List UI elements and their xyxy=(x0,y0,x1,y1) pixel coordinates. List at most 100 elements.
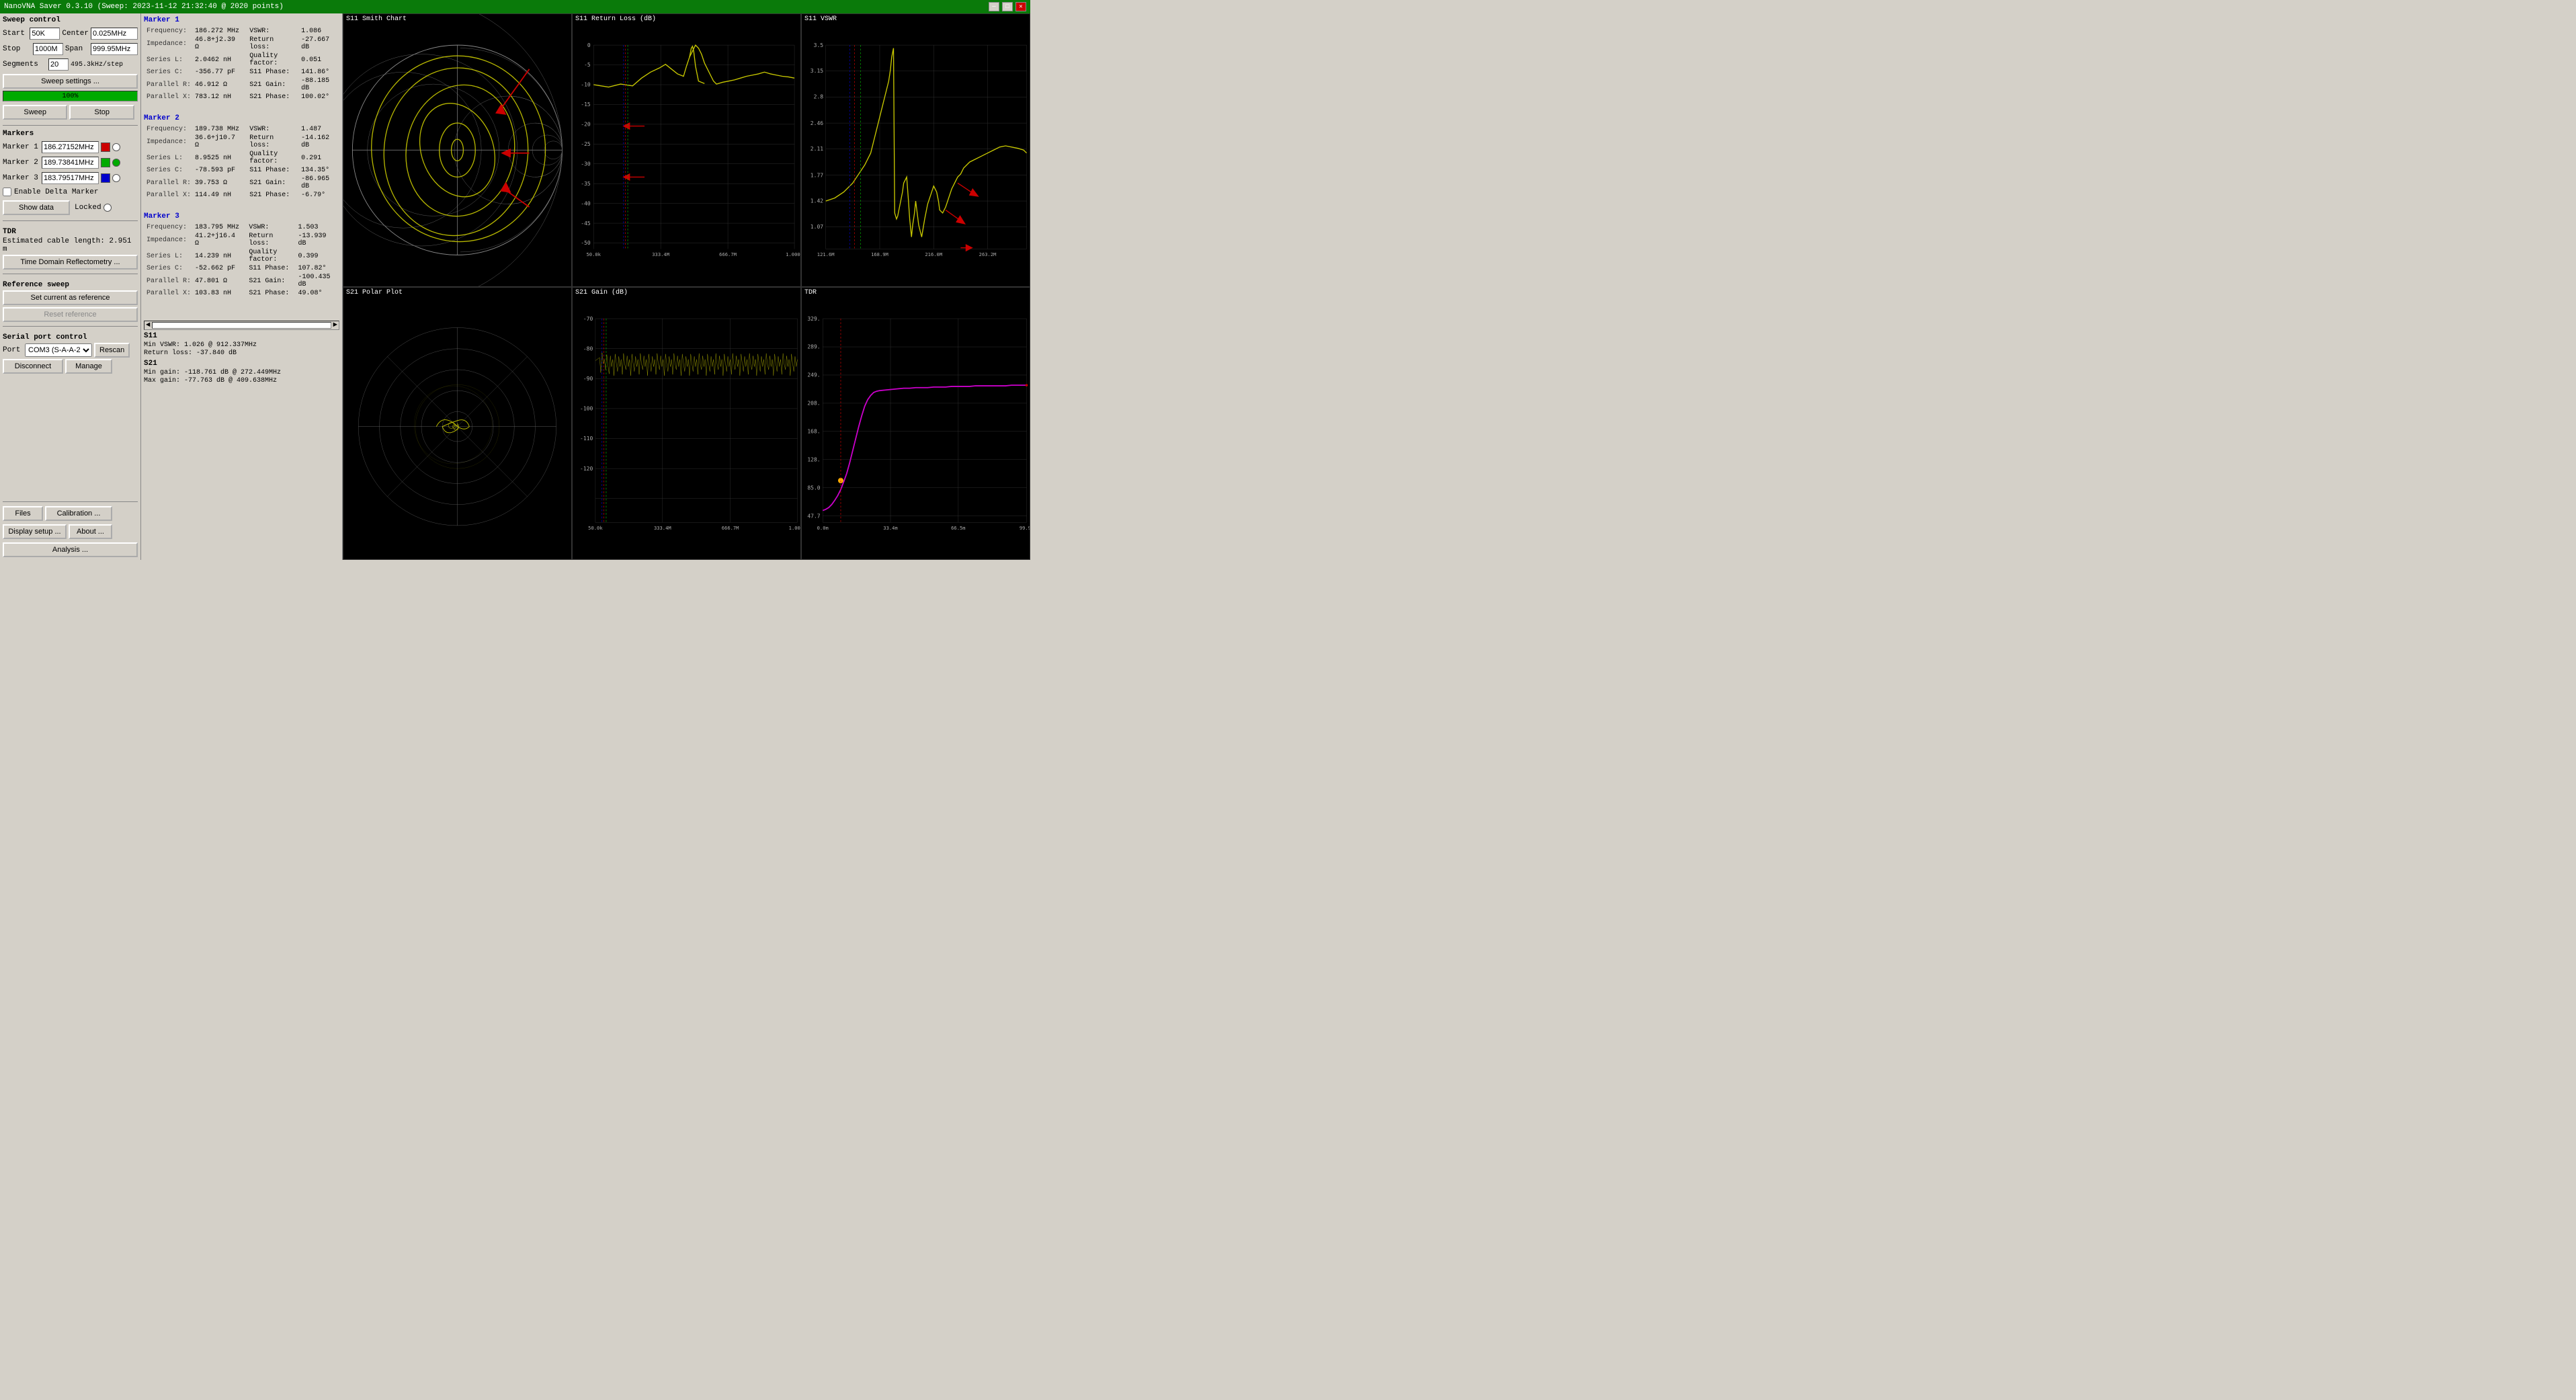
analysis-button[interactable]: Analysis ... xyxy=(3,542,138,557)
enable-delta-label: Enable Delta Marker xyxy=(14,188,98,196)
svg-text:333.4M: 333.4M xyxy=(652,251,669,257)
sweep-control-label: Sweep control xyxy=(3,16,138,24)
marker1-info-block: Marker 1 Frequency:186.272 MHzVSWR:1.086… xyxy=(144,16,339,102)
svg-text:0.0m: 0.0m xyxy=(817,525,829,531)
minimize-button[interactable]: ─ xyxy=(989,2,999,11)
marker3-label: Marker 3 xyxy=(3,174,40,182)
marker1-freq-input[interactable] xyxy=(42,141,99,153)
svg-text:99.9m: 99.9m xyxy=(1020,525,1030,531)
svg-text:333.4M: 333.4M xyxy=(654,525,671,531)
cable-length: Estimated cable length: 2.951 m xyxy=(3,237,138,253)
svg-text:47.7: 47.7 xyxy=(807,513,820,519)
display-setup-button[interactable]: Display setup ... xyxy=(3,524,67,539)
locked-radio[interactable] xyxy=(103,204,112,212)
center-input[interactable] xyxy=(91,28,138,40)
marker3-info-title: Marker 3 xyxy=(144,212,339,220)
maximize-button[interactable]: □ xyxy=(1002,2,1013,11)
span-label: Span xyxy=(65,45,89,53)
marker1-label: Marker 1 xyxy=(3,143,40,151)
svg-text:208.: 208. xyxy=(807,400,820,406)
svg-text:2.46: 2.46 xyxy=(811,120,823,126)
horizontal-scrollbar[interactable]: ◄ ► xyxy=(144,321,339,330)
serial-port-section: Serial port control Port COM3 (S-A-A-2) … xyxy=(3,333,138,375)
reset-reference-button[interactable]: Reset reference xyxy=(3,307,138,322)
tdr-button[interactable]: Time Domain Reflectometry ... xyxy=(3,255,138,270)
marker2-freq-input[interactable] xyxy=(42,157,99,169)
stop-button[interactable]: Stop xyxy=(69,105,134,120)
s11-min-vswr: Min VSWR: 1.026 @ 912.337MHz xyxy=(144,341,339,349)
reference-sweep-section: Reference sweep Set current as reference… xyxy=(3,281,138,322)
marker1-radio[interactable] xyxy=(112,143,120,151)
svg-text:-45: -45 xyxy=(581,220,591,227)
s21-gain-title: S21 Gain (dB) xyxy=(575,289,628,296)
sweep-settings-button[interactable]: Sweep settings ... xyxy=(3,74,138,89)
s21-max-gain: Max gain: -77.763 dB @ 409.638MHz xyxy=(144,377,339,384)
svg-text:-40: -40 xyxy=(581,200,591,206)
show-data-button[interactable]: Show data xyxy=(3,200,70,215)
markers-label: Markers xyxy=(3,130,138,138)
svg-text:85.0: 85.0 xyxy=(807,485,820,491)
start-input[interactable] xyxy=(30,28,60,40)
svg-text:216.0M: 216.0M xyxy=(925,251,942,257)
tdr-label: TDR xyxy=(3,228,138,236)
svg-text:-5: -5 xyxy=(584,62,591,68)
manage-button[interactable]: Manage xyxy=(65,359,112,374)
svg-text:1.000G: 1.000G xyxy=(786,251,800,257)
files-button[interactable]: Files xyxy=(3,506,43,521)
calibration-button[interactable]: Calibration ... xyxy=(45,506,112,521)
svg-text:1.07: 1.07 xyxy=(811,224,823,230)
svg-text:-35: -35 xyxy=(581,181,591,187)
svg-text:-80: -80 xyxy=(583,345,593,352)
return-loss-panel: S11 Return Loss (dB) xyxy=(572,13,801,287)
set-current-reference-button[interactable]: Set current as reference xyxy=(3,290,138,305)
disconnect-button[interactable]: Disconnect xyxy=(3,359,63,374)
svg-text:1.000G: 1.000G xyxy=(789,525,800,531)
s21-min-gain: Min gain: -118.761 dB @ 272.449MHz xyxy=(144,369,339,376)
svg-text:0: 0 xyxy=(587,42,591,48)
svg-text:-20: -20 xyxy=(581,122,591,128)
svg-text:3.5: 3.5 xyxy=(814,42,824,48)
segments-label: Segments xyxy=(3,60,46,69)
rescan-button[interactable]: Rescan xyxy=(94,343,130,358)
svg-text:1.42: 1.42 xyxy=(811,198,823,204)
marker3-color xyxy=(101,173,110,183)
center-label: Center xyxy=(62,30,89,38)
marker2-color xyxy=(101,158,110,167)
svg-text:66.5m: 66.5m xyxy=(951,525,965,531)
marker2-radio[interactable] xyxy=(112,159,120,167)
close-button[interactable]: ✕ xyxy=(1015,2,1026,11)
svg-text:-10: -10 xyxy=(581,82,591,88)
sweep-button[interactable]: Sweep xyxy=(3,105,67,120)
segments-input[interactable] xyxy=(48,58,69,71)
reference-sweep-label: Reference sweep xyxy=(3,281,138,289)
svg-text:-15: -15 xyxy=(581,101,591,108)
svg-text:263.2M: 263.2M xyxy=(979,251,997,257)
marker1-info-title: Marker 1 xyxy=(144,16,339,24)
marker3-freq-input[interactable] xyxy=(42,172,99,184)
svg-text:-50: -50 xyxy=(581,240,591,246)
enable-delta-checkbox[interactable] xyxy=(3,188,11,196)
svg-text:121.6M: 121.6M xyxy=(817,251,835,257)
port-select[interactable]: COM3 (S-A-A-2) xyxy=(25,343,92,357)
step-label: 495.3kHz/step xyxy=(71,61,123,69)
s11-section-title: S11 xyxy=(144,332,339,340)
svg-text:33.4m: 33.4m xyxy=(883,525,897,531)
marker3-radio[interactable] xyxy=(112,174,120,182)
marker2-info-block: Marker 2 Frequency:189.738 MHzVSWR:1.487… xyxy=(144,114,339,200)
svg-text:329.: 329. xyxy=(807,315,820,321)
svg-text:3.15: 3.15 xyxy=(811,68,823,74)
app-title: NanoVNA Saver 0.3.10 (Sweep: 2023-11-12 … xyxy=(4,3,284,11)
polar-plot-panel: S21 Polar Plot xyxy=(343,287,572,561)
stop-input[interactable] xyxy=(33,43,63,55)
svg-text:-30: -30 xyxy=(581,161,591,167)
polar-title: S21 Polar Plot xyxy=(346,289,403,296)
charts-area: S11 Smith Chart xyxy=(343,13,1030,560)
smith-chart-title: S11 Smith Chart xyxy=(346,15,407,23)
title-bar: NanoVNA Saver 0.3.10 (Sweep: 2023-11-12 … xyxy=(0,0,1030,13)
about-button[interactable]: About ... xyxy=(69,524,112,539)
s21-gain-panel: S21 Gain (dB) xyxy=(572,287,801,561)
svg-text:2.11: 2.11 xyxy=(811,146,823,152)
span-input[interactable] xyxy=(91,43,138,55)
return-loss-title: S11 Return Loss (dB) xyxy=(575,15,656,23)
svg-text:-90: -90 xyxy=(583,376,593,382)
